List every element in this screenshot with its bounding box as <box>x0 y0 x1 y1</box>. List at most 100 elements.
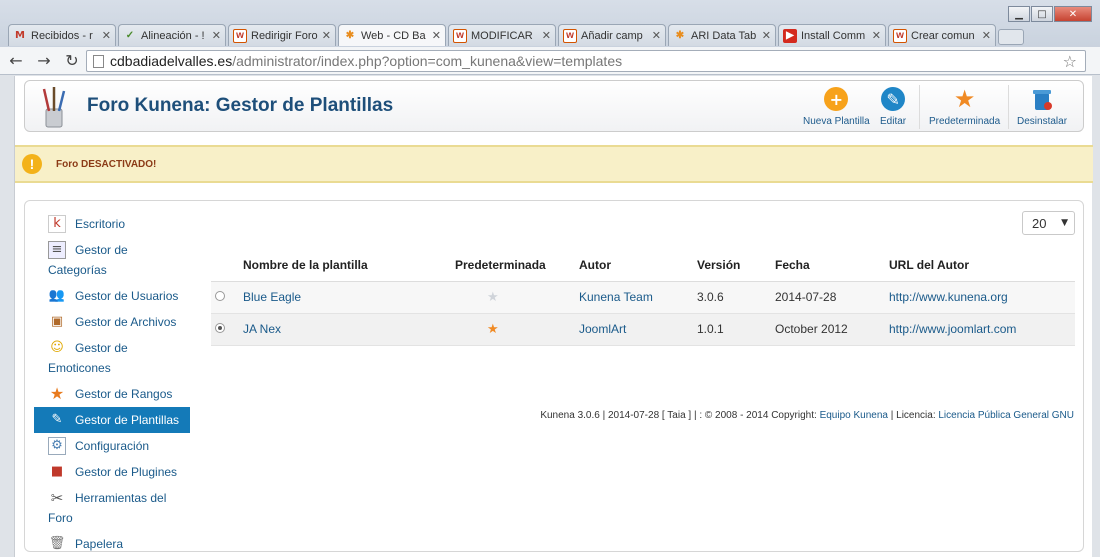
author-link[interactable]: Kunena Team <box>579 290 653 304</box>
browser-tab[interactable]: ✱ ARI Data Tab ✕ <box>668 24 776 46</box>
sidebar-item-label: Gestor de Archivos <box>75 315 177 329</box>
sidebar-item-plugines[interactable]: ■ Gestor de Plugines <box>34 459 190 485</box>
template-radio-selected[interactable] <box>215 323 225 333</box>
browser-tab[interactable]: w Añadir camp ✕ <box>558 24 666 46</box>
date-cell: 2014-07-28 <box>771 281 885 314</box>
trash-bin-icon <box>1033 90 1053 110</box>
w-icon: w <box>453 28 467 43</box>
youtube-icon: ▶ <box>783 28 797 43</box>
select-cell <box>211 281 239 314</box>
pencil-icon: ✎ <box>881 87 906 111</box>
sidebar-item-plantillas[interactable]: ✎ Gestor de Plantillas <box>34 407 190 433</box>
sidebar-item-label: Gestor de Plugines <box>75 465 178 479</box>
chevron-down-icon: ▼ <box>1061 218 1068 228</box>
header-version[interactable]: Versión <box>693 249 771 282</box>
sidebar-item-emoticones[interactable]: ☺ Gestor de Emoticones <box>34 335 190 381</box>
browser-tab-active[interactable]: ✱ Web - CD Ba ✕ <box>338 24 446 46</box>
default-star-on-icon: ★ <box>487 321 499 337</box>
new-tab-button[interactable] <box>998 29 1024 45</box>
sidebar-item-herramientas[interactable]: ✂ Herramientas del Foro <box>34 485 190 531</box>
close-tab-icon[interactable]: ✕ <box>432 29 441 42</box>
tab-title: Añadir camp <box>581 29 643 42</box>
team-link[interactable]: Equipo Kunena <box>820 410 888 421</box>
default-star-off-icon[interactable]: ★ <box>487 290 499 305</box>
browser-tab[interactable]: M Recibidos - r ✕ <box>8 24 116 46</box>
template-name-link[interactable]: Blue Eagle <box>243 290 301 304</box>
edit-button[interactable]: ✎ Editar <box>880 87 906 127</box>
templates-table: Nombre de la plantilla Predeterminada Au… <box>211 249 1075 346</box>
w-icon: w <box>233 28 247 43</box>
template-radio[interactable] <box>215 291 225 301</box>
edit-label: Editar <box>880 116 907 127</box>
close-tab-icon[interactable]: ✕ <box>322 29 331 42</box>
ranks-star-icon: ★ <box>49 384 65 403</box>
license-label: | Licencia: <box>890 410 936 421</box>
tab-title: Crear comun <box>911 29 975 42</box>
license-link[interactable]: Licencia Pública General GNU <box>938 410 1074 421</box>
header-url[interactable]: URL del Autor <box>885 249 1075 282</box>
uninstall-button[interactable]: Desinstalar <box>1017 87 1067 127</box>
alignment-icon: ✓ <box>125 30 135 41</box>
header-default[interactable]: Predeterminada <box>451 249 575 282</box>
sidebar-item-escritorio[interactable]: k Escritorio <box>34 211 190 237</box>
close-tab-icon[interactable]: ✕ <box>102 29 111 42</box>
template-name[interactable]: JA Nex <box>239 313 451 346</box>
reload-icon[interactable]: ↻ <box>60 49 84 73</box>
uninstall-label: Desinstalar <box>1017 116 1068 127</box>
close-tab-icon[interactable]: ✕ <box>652 29 661 42</box>
back-arrow-icon[interactable]: ← <box>4 49 28 73</box>
browser-tab[interactable]: w Redirigir Foro ✕ <box>228 24 336 46</box>
new-template-button[interactable]: + Nueva Plantilla <box>803 87 870 127</box>
browser-tab[interactable]: ✓ Alineación - ! ✕ <box>118 24 226 46</box>
author-link[interactable]: JoomlArt <box>579 322 626 336</box>
per-page-select[interactable]: 20 ▼ <box>1022 211 1075 235</box>
tab-strip: M Recibidos - r ✕ ✓ Alineación - ! ✕ w Rediri… <box>8 24 1024 46</box>
browser-tab[interactable]: w MODIFICAR ✕ <box>448 24 556 46</box>
header-date[interactable]: Fecha <box>771 249 885 282</box>
author-url-link[interactable]: http://www.joomlart.com <box>889 322 1016 336</box>
minimize-button[interactable]: ▁ <box>1008 6 1030 22</box>
sidebar-item-usuarios[interactable]: 👥 Gestor de Usuarios <box>34 283 190 309</box>
template-name-link[interactable]: JA Nex <box>243 322 281 336</box>
close-tab-icon[interactable]: ✕ <box>212 29 221 42</box>
admin-page: Foro Kunena: Gestor de Plantillas + Nuev… <box>14 76 1093 557</box>
sidebar-item-categorias[interactable]: ≡ Gestor de Categorías <box>34 237 190 283</box>
sidebar-item-rangos[interactable]: ★ Gestor de Rangos <box>34 381 190 407</box>
table-row[interactable]: JA Nex ★ JoomlArt 1.0.1 October 2012 htt… <box>211 313 1075 346</box>
sidebar-item-papelera[interactable]: 🗑 Papelera <box>34 531 190 557</box>
tab-title: Alineación - ! <box>141 29 205 42</box>
sidebar-item-label: Escritorio <box>75 217 126 231</box>
address-bar[interactable]: cdbadiadelvalles.es/administrator/index.… <box>86 50 1086 72</box>
forward-arrow-icon[interactable]: → <box>32 49 56 73</box>
close-tab-icon[interactable]: ✕ <box>542 29 551 42</box>
page-title: Foro Kunena: Gestor de Plantillas <box>87 95 394 116</box>
close-tab-icon[interactable]: ✕ <box>872 29 881 42</box>
w-icon: w <box>893 28 907 43</box>
author-url-link[interactable]: http://www.kunena.org <box>889 290 1008 304</box>
header-author[interactable]: Autor <box>575 249 693 282</box>
star-icon: ★ <box>953 85 976 113</box>
bookmark-star-icon[interactable]: ☆ <box>1063 52 1077 71</box>
header-name[interactable]: Nombre de la plantilla <box>239 249 451 282</box>
joomla-icon: ✱ <box>675 30 685 41</box>
template-name[interactable]: Blue Eagle <box>239 281 451 314</box>
tab-title: Install Comm <box>801 29 866 42</box>
sidebar-item-archivos[interactable]: ▣ Gestor de Archivos <box>34 309 190 335</box>
toolbar-divider <box>919 85 920 129</box>
close-window-button[interactable]: ✕ <box>1054 6 1092 22</box>
plugins-icon: ■ <box>50 464 64 479</box>
maximize-button[interactable]: □ <box>1031 6 1053 22</box>
browser-tab[interactable]: ▶ Install Comm ✕ <box>778 24 886 46</box>
sidebar-item-label: Gestor de Plantillas <box>75 413 180 427</box>
sidebar-item-configuracion[interactable]: ⚙ Configuración <box>34 433 190 459</box>
browser-tab[interactable]: w Crear comun ✕ <box>888 24 996 46</box>
set-default-button[interactable]: ★ Predeterminada <box>929 85 1000 127</box>
url-path: /administrator/index.php?option=com_kune… <box>232 53 623 69</box>
close-tab-icon[interactable]: ✕ <box>762 29 771 42</box>
default-cell: ★ <box>451 281 575 314</box>
sidebar-item-label: Papelera <box>75 537 124 551</box>
categories-icon: ≡ <box>48 240 66 259</box>
default-cell: ★ <box>451 313 575 346</box>
close-tab-icon[interactable]: ✕ <box>982 29 991 42</box>
table-row[interactable]: Blue Eagle ★ Kunena Team 3.0.6 2014-07-2… <box>211 281 1075 314</box>
